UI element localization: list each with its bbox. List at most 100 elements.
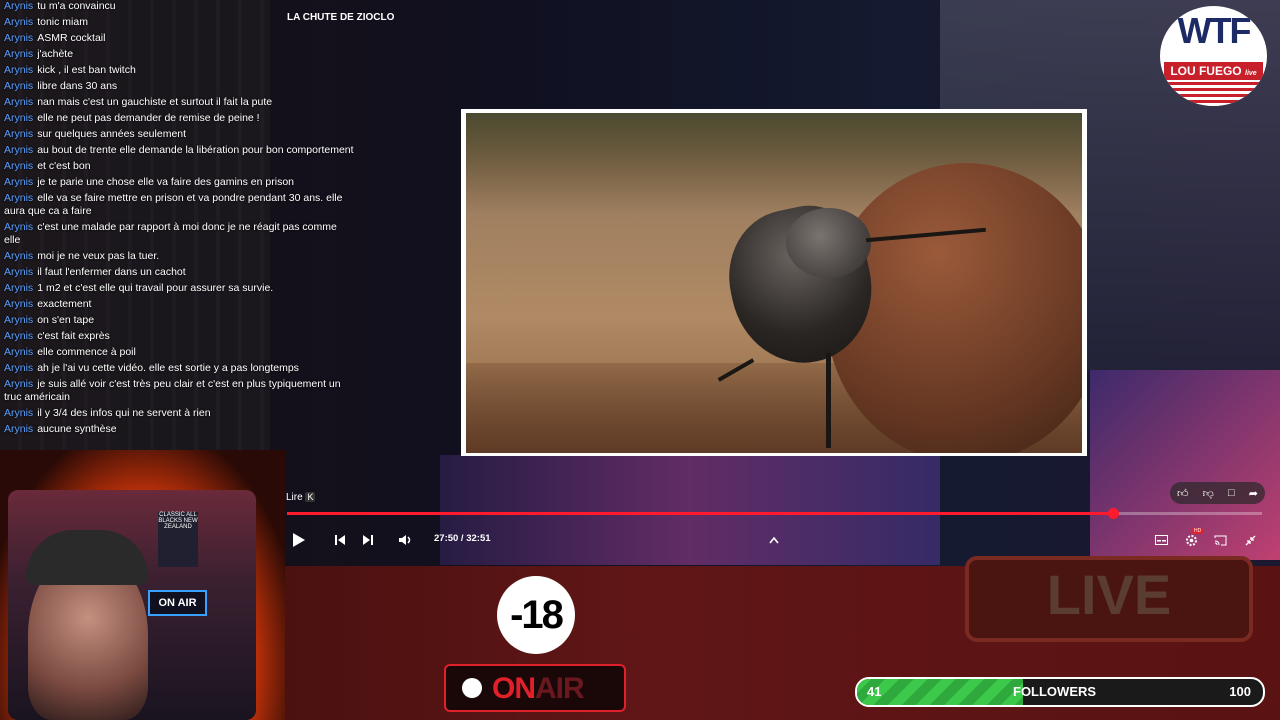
chat-message: Arynis 1 m2 et c'est elle qui travail pou…: [4, 282, 354, 295]
chat-username[interactable]: Arynis: [4, 48, 33, 60]
chat-username[interactable]: Arynis: [4, 192, 33, 204]
chat-text: elle ne peut pas demander de remise de p…: [37, 112, 260, 124]
chat-text: tonic miam: [37, 16, 88, 28]
background-glow: [440, 455, 940, 565]
chat-text: kick , il est ban twitch: [37, 64, 136, 76]
cast-button[interactable]: [1211, 531, 1229, 549]
cast-icon: [1214, 535, 1226, 545]
chat-username[interactable]: Arynis: [4, 423, 33, 435]
chat-message: Arynis et c'est bon: [4, 160, 354, 173]
chat-text: j'achète: [37, 48, 74, 60]
chat-username[interactable]: Arynis: [4, 176, 33, 188]
chat-text: c'est fait exprès: [37, 330, 110, 342]
chat-message: Arynis il y 3/4 des infos qui ne servent …: [4, 407, 354, 420]
chat-text: elle commence à poil: [37, 346, 136, 358]
play-icon: [293, 533, 305, 547]
chat-text: je suis allé voir c'est très peu clair e…: [4, 378, 341, 403]
play-tooltip-key: K: [305, 492, 316, 502]
chat-message: Arynis sur quelques années seulement: [4, 128, 354, 141]
previous-button[interactable]: [331, 531, 349, 549]
chat-message: Arynis exactement: [4, 298, 354, 311]
chevron-up-button[interactable]: [765, 531, 783, 549]
progress-scrubber[interactable]: [1107, 508, 1119, 519]
chat-username[interactable]: Arynis: [4, 266, 33, 278]
thumbs-down-icon[interactable]: 👎︎: [1203, 487, 1214, 500]
chat-message: Arynis elle va se faire mettre en prison …: [4, 192, 354, 218]
chat-username[interactable]: Arynis: [4, 298, 33, 310]
goal-current: 41: [867, 684, 882, 699]
chat-message: Arynis elle ne peut pas demander de remis…: [4, 112, 354, 125]
chat-username[interactable]: Arynis: [4, 160, 33, 172]
volume-button[interactable]: [396, 531, 414, 549]
share-icon[interactable]: ➦: [1249, 487, 1258, 500]
comment-icon[interactable]: □: [1228, 487, 1235, 499]
chat-username[interactable]: Arynis: [4, 16, 33, 28]
chat-username[interactable]: Arynis: [4, 0, 33, 12]
channel-logo: WTF LOU FUEGO live: [1160, 6, 1267, 106]
chat-message: Arynis aucune synthèse: [4, 423, 354, 436]
chat-username[interactable]: Arynis: [4, 362, 33, 374]
chat-text: nan mais c'est un gauchiste et surtout i…: [37, 96, 273, 108]
time-display: 27:50 / 32:51: [434, 533, 491, 544]
logo-sub-name: LOU FUEGO: [1170, 64, 1242, 78]
chevron-up-icon: [769, 536, 779, 544]
chat-text: 1 m2 et c'est elle qui travail pour assu…: [37, 282, 274, 294]
chat-message: Arynis nan mais c'est un gauchiste et sur…: [4, 96, 354, 109]
chat-message: Arynis au bout de trente elle demande la …: [4, 144, 354, 157]
chat-text: au bout de trente elle demande la libéra…: [37, 144, 354, 156]
chat-username[interactable]: Arynis: [4, 144, 33, 156]
chat-message: Arynis moi je ne veux pas la tuer.: [4, 250, 354, 263]
chat-username[interactable]: Arynis: [4, 346, 33, 358]
chat-message: Arynis il faut l'enfermer dans un cachot: [4, 266, 354, 279]
on-air-dot-icon: [462, 678, 482, 698]
video-player[interactable]: [461, 109, 1087, 456]
progress-bar[interactable]: [287, 508, 1262, 519]
age-rating-badge: -18: [497, 576, 575, 654]
chat-text: ASMR cocktail: [37, 32, 106, 44]
logo-main-text: WTF: [1177, 10, 1252, 51]
logo-sub-text: LOU FUEGO live: [1164, 62, 1263, 80]
chat-username[interactable]: Arynis: [4, 407, 33, 419]
play-tooltip: Lire K: [286, 492, 316, 503]
chat-username[interactable]: Arynis: [4, 64, 33, 76]
on-air-air: AIR: [535, 672, 585, 705]
chat-username[interactable]: Arynis: [4, 96, 33, 108]
beetle-head: [786, 208, 871, 278]
chat-username[interactable]: Arynis: [4, 221, 33, 233]
chat-username[interactable]: Arynis: [4, 32, 33, 44]
chat-username[interactable]: Arynis: [4, 250, 33, 262]
chat-username[interactable]: Arynis: [4, 128, 33, 140]
chat-username[interactable]: Arynis: [4, 314, 33, 326]
live-sign: LIVE: [965, 556, 1253, 642]
webcam: CLASSIC ALL BLACKS NEW ZEALAND ON AIR: [8, 490, 256, 720]
chat-message: Arynis c'est fait exprès: [4, 330, 354, 343]
chat-text: et c'est bon: [37, 160, 91, 172]
subtitles-button[interactable]: [1152, 531, 1170, 549]
logo-stripes: [1160, 82, 1267, 106]
next-button[interactable]: [359, 531, 377, 549]
video-title: LA CHUTE DE ZIOCLO: [287, 12, 395, 23]
video-content[interactable]: [466, 113, 1082, 453]
chat-username[interactable]: Arynis: [4, 378, 33, 390]
chat-username[interactable]: Arynis: [4, 330, 33, 342]
on-air-sign: ONAIR: [444, 664, 626, 712]
chat-username[interactable]: Arynis: [4, 80, 33, 92]
progress-fill: [287, 512, 1113, 515]
chat-text: exactement: [37, 298, 92, 310]
play-button[interactable]: [288, 529, 310, 551]
streamer-cap: [26, 530, 148, 585]
chat-text: il y 3/4 des infos qui ne servent à rien: [37, 407, 211, 419]
goal-label: FOLLOWERS: [1013, 684, 1097, 699]
hd-badge: HD: [1192, 528, 1204, 534]
thumbs-up-icon[interactable]: 👍︎: [1177, 487, 1189, 500]
goal-fill: [857, 679, 1024, 705]
chat-panel: Arynis tu m'a convaincu Arynis tonic miam Ar…: [4, 0, 354, 439]
exit-fullscreen-button[interactable]: [1241, 531, 1259, 549]
chat-text: moi je ne veux pas la tuer.: [37, 250, 160, 262]
chat-username[interactable]: Arynis: [4, 112, 33, 124]
settings-button[interactable]: HD: [1182, 528, 1204, 549]
chat-message: Arynis ASMR cocktail: [4, 32, 354, 45]
chat-username[interactable]: Arynis: [4, 282, 33, 294]
on-air-on: ON: [492, 672, 536, 705]
chat-message: Arynis ah je l'ai vu cette vidéo. elle es…: [4, 362, 354, 375]
